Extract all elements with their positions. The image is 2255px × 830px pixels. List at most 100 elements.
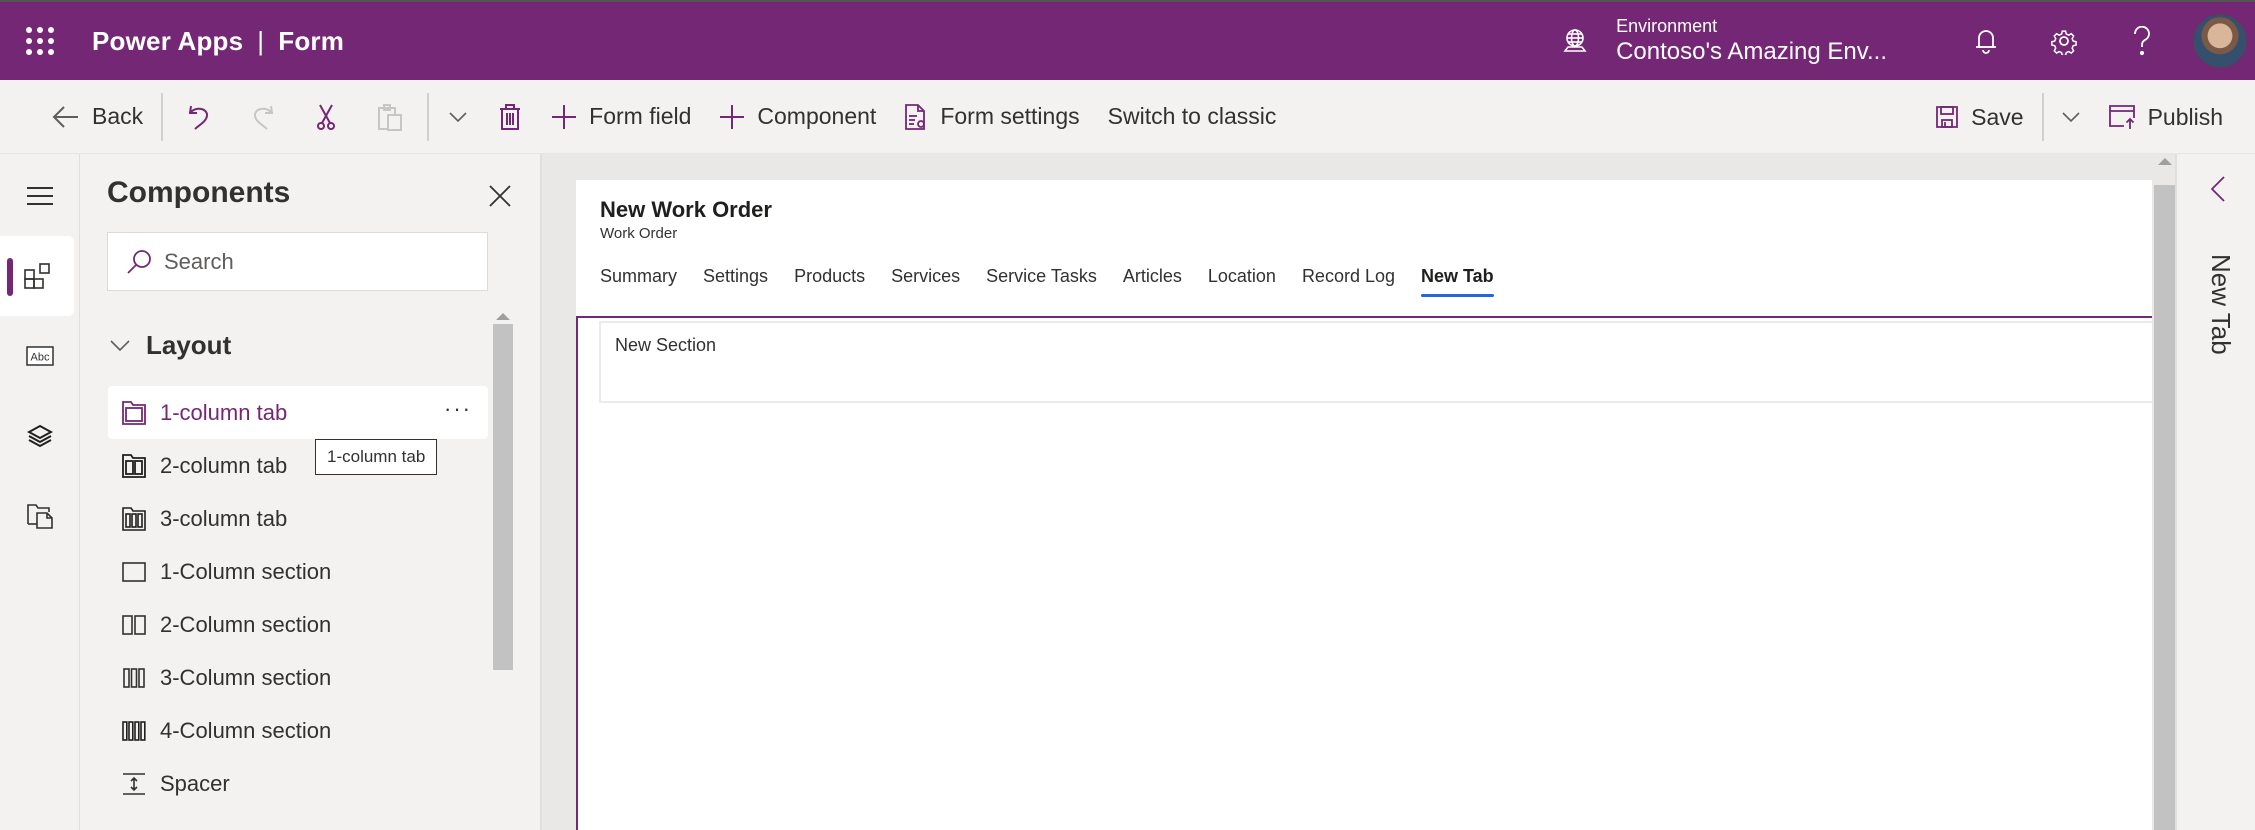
publish-icon [2108,105,2135,129]
tooltip: 1-column tab [315,439,438,475]
two-column-section-icon [122,614,146,635]
search-input[interactable] [164,248,464,275]
page-name: Form [278,25,345,56]
tab-settings[interactable]: Settings [703,266,768,297]
component-item-3-column-section[interactable]: 3-Column section [108,651,488,704]
tab-services[interactable]: Services [891,266,960,297]
form-section[interactable]: New Section [599,321,2152,403]
rail-item-tree-view[interactable] [0,396,80,476]
cut-button[interactable] [295,92,357,142]
rail-item-form-libraries[interactable] [0,476,80,556]
divider [161,92,164,141]
chevron-down-icon [2061,112,2080,123]
environment-name: Contoso's Amazing Env... [1616,38,1887,65]
switch-to-classic-button[interactable]: Switch to classic [1094,92,1291,142]
tab-service-tasks[interactable]: Service Tasks [986,266,1097,297]
component-item-spacer[interactable]: Spacer [108,757,488,810]
scrollbar-thumb[interactable] [2154,185,2175,830]
gear-icon [2051,30,2077,55]
two-column-tab-icon [122,453,146,478]
layers-icon [27,424,53,448]
add-form-field-button[interactable]: Form field [537,92,705,142]
bell-icon [1976,30,1996,54]
plus-icon [552,104,577,129]
help-button[interactable] [2103,2,2181,80]
components-scrollbar[interactable] [493,308,513,830]
waffle-icon [26,27,54,55]
form-libraries-icon [27,504,53,529]
component-item-4-column-section[interactable]: 4-Column section [108,704,488,757]
scissors-icon [317,104,336,130]
three-column-tab-icon [122,506,146,531]
three-column-section-icon [123,667,145,688]
tab-products[interactable]: Products [794,266,865,297]
paste-options-dropdown[interactable] [433,92,483,142]
canvas-scrollbar[interactable] [2154,154,2175,830]
trash-icon [500,103,521,130]
chevron-down-icon [110,339,130,351]
tab-articles[interactable]: Articles [1123,266,1182,297]
avatar[interactable] [2193,14,2247,68]
layout-group-label: Layout [146,330,232,360]
delete-button[interactable] [483,92,537,142]
expand-properties-button[interactable] [2210,176,2225,207]
redo-icon [254,105,274,130]
undo-button[interactable] [167,92,231,142]
text-field-abc-icon: Abc [26,346,54,366]
paste-button[interactable] [357,92,423,142]
title-separator: | [257,25,265,56]
save-icon [1936,106,1959,128]
triangle-up-icon [2157,157,2172,165]
selected-tab-body[interactable]: New Section [576,316,2152,830]
plus-icon [720,104,745,129]
form-settings-button[interactable]: Form settings [890,92,1093,142]
scroll-up-button[interactable] [493,308,513,324]
components-search[interactable] [107,232,488,291]
close-icon [489,185,511,207]
scrollbar-thumb[interactable] [493,324,513,670]
scroll-up-button[interactable] [2154,154,2175,168]
publish-button[interactable]: Publish [2094,92,2237,142]
help-icon [2134,26,2150,56]
form-tabs: Summary Settings Products Services Servi… [600,266,1520,297]
redo-button[interactable] [231,92,295,142]
one-column-tab-icon [122,400,146,425]
settings-button[interactable] [2025,2,2103,80]
rail-item-components[interactable] [0,236,74,316]
app-launcher-button[interactable] [0,2,80,80]
app-title: Power Apps | Form [92,26,344,57]
properties-panel-title[interactable]: New Tab [2205,254,2236,355]
environment-picker[interactable]: Environment Contoso's Amazing Env... [1560,15,1887,67]
section-title: New Section [615,335,717,355]
tab-new-tab[interactable]: New Tab [1421,266,1494,297]
rail-item-table-columns[interactable]: Abc [0,316,80,396]
form-entity: Work Order [600,225,678,242]
environment-label: Environment [1616,16,1718,36]
component-item-3-column-tab[interactable]: 3-column tab [108,492,488,545]
add-component-button[interactable]: Component [705,92,890,142]
more-options-button[interactable]: ··· [444,396,472,422]
component-item-1-column-tab[interactable]: 1-column tab ··· [108,386,488,439]
close-panel-button[interactable] [482,178,518,214]
divider [2041,93,2044,141]
svg-text:Abc: Abc [31,352,50,364]
component-item-2-column-section[interactable]: 2-Column section [108,598,488,651]
one-column-section-icon [122,561,146,582]
save-options-dropdown[interactable] [2048,92,2094,142]
hamburger-menu-icon [27,187,53,205]
components-icon [24,263,50,289]
layout-group-toggle[interactable]: Layout [110,330,231,361]
tab-location[interactable]: Location [1208,266,1276,297]
undo-icon [188,105,209,130]
product-name: Power Apps [92,25,244,56]
notifications-button[interactable] [1947,2,2025,80]
tab-summary[interactable]: Summary [600,266,677,297]
component-item-1-column-section[interactable]: 1-Column section [108,545,488,598]
form-preview: New Work Order Work Order Summary Settin… [576,180,2152,830]
rail-menu-toggle[interactable] [0,156,80,236]
back-button[interactable]: Back [38,92,157,142]
command-bar: Back Form field Component Form settings … [0,80,2255,154]
tab-record-log[interactable]: Record Log [1302,266,1395,297]
form-settings-icon [905,103,926,130]
save-button[interactable]: Save [1921,92,2037,142]
